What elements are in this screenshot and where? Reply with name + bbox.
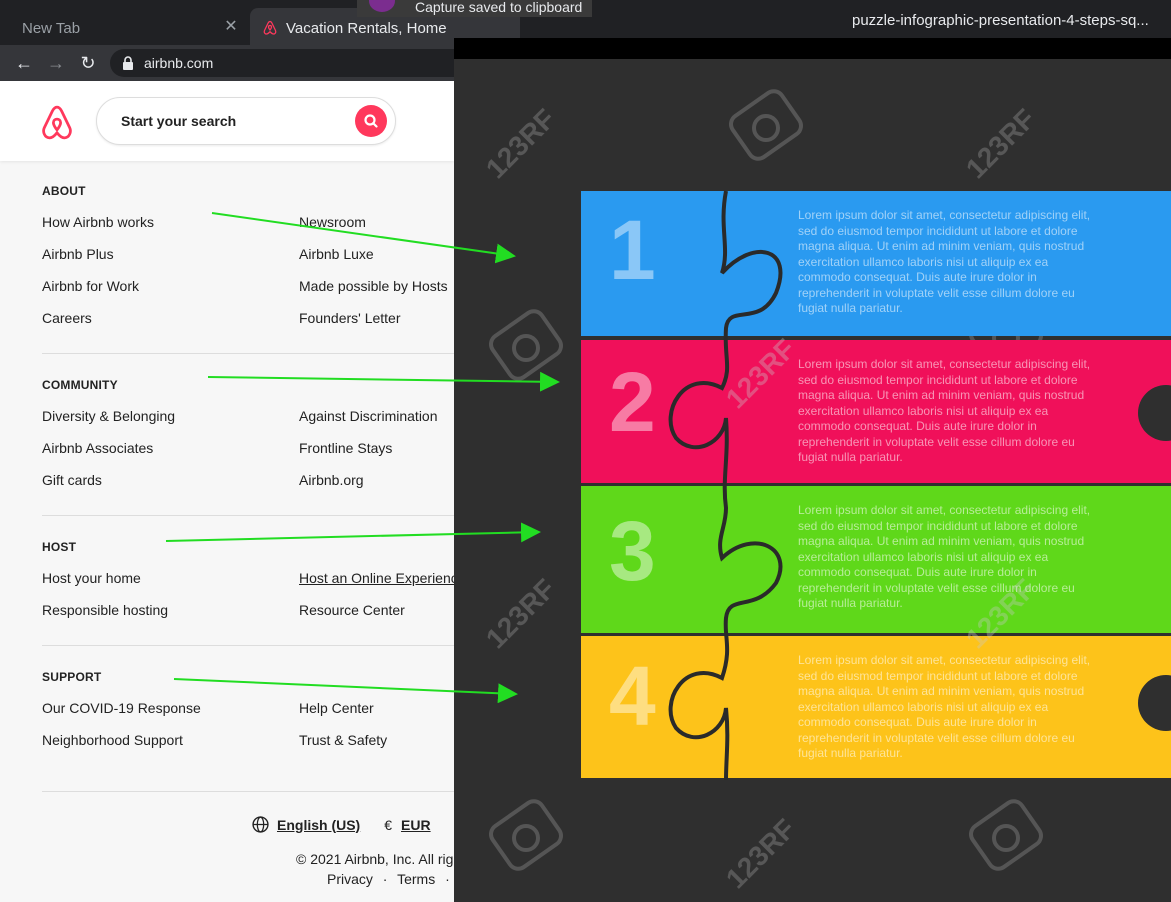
divider: [42, 515, 454, 516]
search-bar[interactable]: Start your search: [96, 97, 396, 145]
footer-link[interactable]: Trust & Safety: [299, 732, 387, 748]
footer-link[interactable]: Made possible by Hosts: [299, 278, 448, 294]
footer-heading-about: ABOUT: [42, 184, 86, 198]
search-button[interactable]: [355, 105, 387, 137]
footer-link[interactable]: Frontline Stays: [299, 440, 392, 456]
url-text: airbnb.com: [144, 55, 214, 71]
reload-icon[interactable]: ↻: [76, 51, 100, 75]
divider: [42, 353, 454, 354]
footer-link[interactable]: Against Discrimination: [299, 408, 438, 424]
search-icon: [364, 114, 378, 128]
globe-icon: [252, 816, 269, 833]
airbnb-favicon-icon: [263, 20, 277, 35]
copyright-text: © 2021 Airbnb, Inc. All rig: [296, 851, 454, 867]
image-viewer: 1 Lorem ipsum dolor sit amet, consectetur…: [454, 38, 1171, 902]
footer-link[interactable]: Airbnb Luxe: [299, 246, 374, 262]
separator: ·: [382, 871, 388, 887]
back-icon[interactable]: ←: [12, 51, 36, 75]
site-header: Start your search: [0, 81, 454, 161]
puzzle-seam: [668, 190, 1171, 781]
footer-link[interactable]: Founders' Letter: [299, 310, 401, 326]
footer-link[interactable]: Newsroom: [299, 214, 366, 230]
footer-link[interactable]: Neighborhood Support: [42, 732, 183, 748]
footer-link[interactable]: Resource Center: [299, 602, 405, 618]
tab-title: New Tab: [22, 19, 81, 37]
legal-links: Privacy · Terms · S: [327, 871, 454, 887]
airbnb-logo-icon[interactable]: [40, 105, 74, 141]
forward-icon[interactable]: →: [44, 51, 68, 75]
language-selector[interactable]: English (US): [277, 817, 360, 833]
footer-link[interactable]: Airbnb Plus: [42, 246, 114, 262]
footer-heading-community: COMMUNITY: [42, 378, 118, 392]
currency-selector[interactable]: EUR: [401, 817, 431, 833]
close-icon[interactable]: ✕: [222, 18, 240, 36]
footer-heading-support: SUPPORT: [42, 670, 102, 684]
lock-icon: [123, 56, 133, 70]
airbnb-page: Start your search ABOUT How Airbnb works…: [0, 81, 454, 902]
footer-link[interactable]: Our COVID-19 Response: [42, 700, 201, 716]
footer-link[interactable]: Gift cards: [42, 472, 102, 488]
footer-link[interactable]: Airbnb Associates: [42, 440, 153, 456]
footer-link[interactable]: Help Center: [299, 700, 374, 716]
more-legal-link[interactable]: · S: [445, 871, 454, 887]
footer-link[interactable]: Host your home: [42, 570, 141, 586]
tab-title: Vacation Rentals, Homes: [286, 19, 446, 37]
footer-link[interactable]: Careers: [42, 310, 92, 326]
search-placeholder: Start your search: [121, 113, 237, 129]
currency-symbol: €: [384, 816, 393, 833]
footer-link[interactable]: Diversity & Belonging: [42, 408, 175, 424]
footer-link[interactable]: Airbnb for Work: [42, 278, 139, 294]
viewer-window-title: puzzle-infographic-presentation-4-steps-…: [852, 12, 1149, 29]
footer-link[interactable]: Host an Online Experience: [299, 570, 454, 586]
footer-link[interactable]: How Airbnb works: [42, 214, 154, 230]
footer-heading-host: HOST: [42, 540, 77, 554]
footer-link[interactable]: Airbnb.org: [299, 472, 364, 488]
terms-link[interactable]: Terms: [397, 871, 435, 887]
capture-toast: Capture saved to clipboard: [357, 0, 592, 17]
app-logo-icon: [369, 0, 395, 12]
tab-new-tab[interactable]: New Tab ✕: [8, 8, 248, 48]
divider: [42, 645, 454, 646]
footer-link[interactable]: Responsible hosting: [42, 602, 168, 618]
privacy-link[interactable]: Privacy: [327, 871, 373, 887]
language-currency-row: English (US) € EUR: [252, 816, 431, 833]
toast-text: Capture saved to clipboard: [415, 0, 583, 15]
divider: [42, 791, 454, 792]
